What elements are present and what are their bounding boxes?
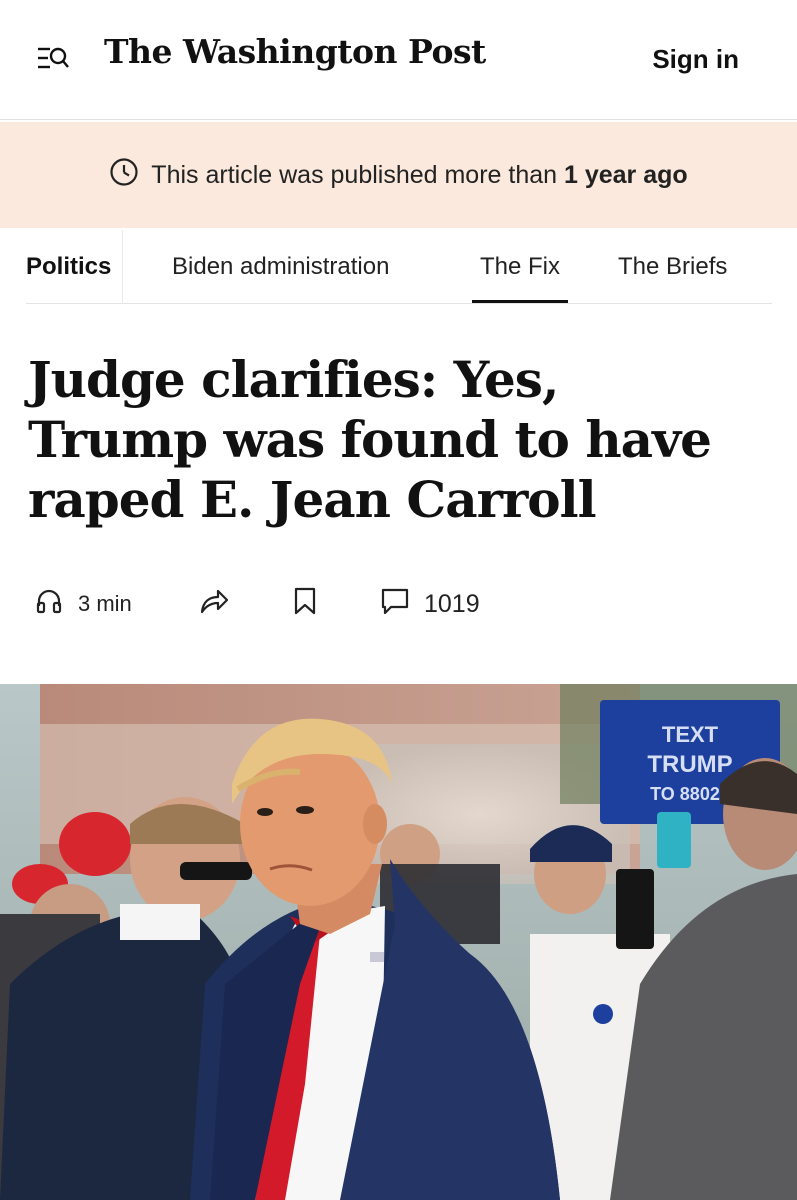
headphones-icon (34, 586, 64, 622)
banner-text: This article was published more than 1 y… (151, 161, 687, 190)
comments-count: 1019 (424, 589, 480, 618)
nav-divider (122, 230, 123, 304)
article-headline: Judge clarifies: Yes, Trump was found to… (28, 350, 712, 529)
sign-line2: TRUMP (647, 751, 732, 778)
section-nav: Politics Biden administration The Fix Th… (26, 230, 772, 304)
clock-icon (109, 157, 139, 194)
bookmark-icon (292, 586, 318, 622)
sign-line3: TO 88022 (650, 784, 730, 804)
article-tools: 3 min 1019 (34, 582, 754, 626)
listen-button[interactable]: 3 min (34, 582, 132, 626)
banner-prefix: This article was published more than (151, 160, 558, 189)
nav-item-the-fix[interactable]: The Fix (480, 230, 560, 304)
article-age-banner: This article was published more than 1 y… (0, 122, 797, 228)
sign-in-link[interactable]: Sign in (652, 44, 739, 75)
active-tab-indicator (472, 300, 568, 303)
share-button[interactable] (198, 582, 230, 626)
comments-button[interactable]: 1019 (380, 582, 480, 626)
banner-emphasis: 1 year ago (564, 160, 688, 189)
save-button[interactable] (292, 582, 318, 626)
sign-line1: TEXT (662, 722, 719, 747)
site-header: The Washington Post Sign in (0, 0, 797, 120)
nav-item-the-briefs[interactable]: The Briefs (618, 230, 727, 304)
comment-bubble-icon (380, 586, 410, 623)
menu-search-icon[interactable] (36, 44, 70, 74)
nav-item-biden-administration[interactable]: Biden administration (172, 230, 389, 304)
site-logo[interactable]: The Washington Post (104, 32, 486, 71)
nav-item-politics[interactable]: Politics (26, 230, 111, 304)
listen-duration: 3 min (78, 591, 132, 616)
share-arrow-icon (198, 586, 230, 622)
lead-photo: TEXT TRUMP TO 88022 (0, 684, 797, 1200)
